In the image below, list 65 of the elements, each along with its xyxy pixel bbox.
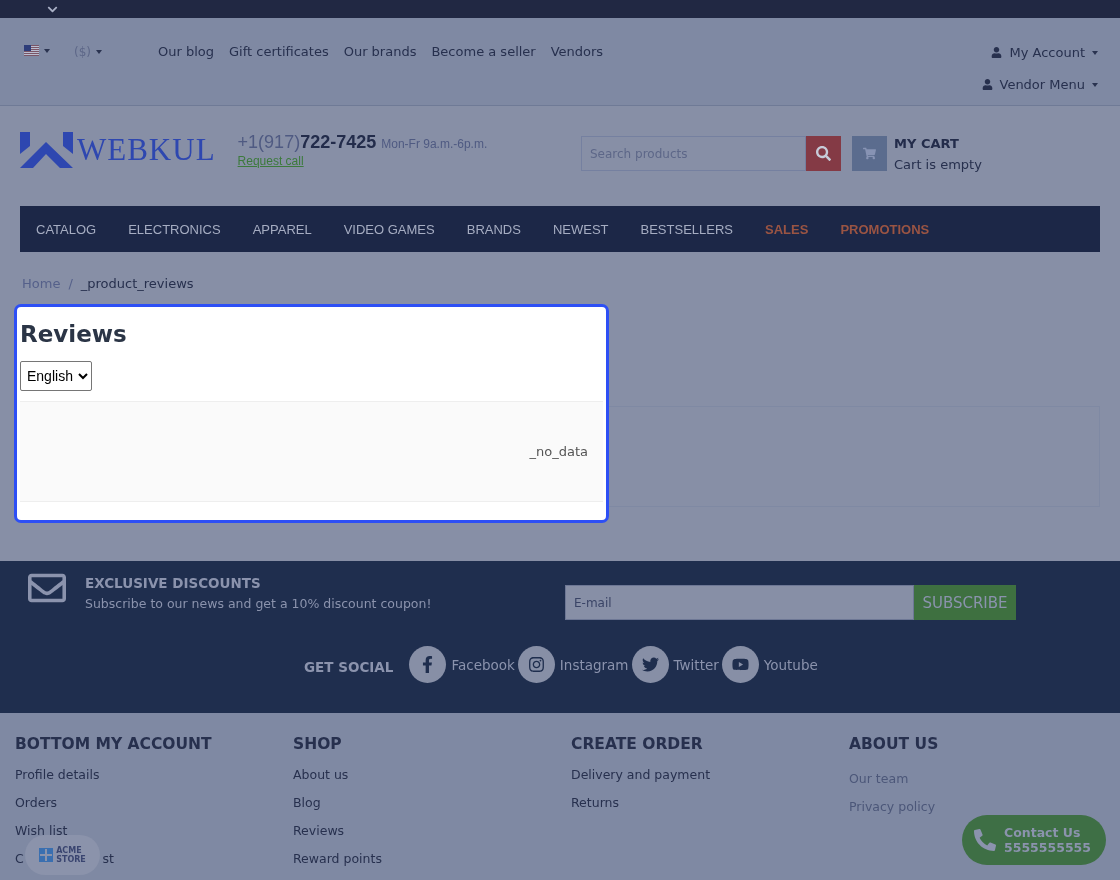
store-badge[interactable]: ACME STORE	[25, 835, 100, 875]
flag-icon	[24, 45, 39, 56]
user-icon	[981, 79, 993, 90]
store-name: ACME STORE	[56, 846, 86, 864]
footer-link-fragment[interactable]: C	[15, 846, 24, 872]
newsletter-title: EXCLUSIVE DISCOUNTS	[85, 575, 262, 591]
top-link[interactable]: Become a seller	[431, 44, 536, 59]
account-menu[interactable]: My Account	[991, 45, 1098, 60]
newsletter-text: Subscribe to our news and get a 10% discount coupon!	[85, 596, 433, 611]
social-link[interactable]: Twitter	[631, 646, 719, 683]
top-link[interactable]: Our blog	[158, 44, 215, 59]
language-dropdown[interactable]	[24, 45, 50, 56]
search-icon	[816, 146, 831, 161]
top-link[interactable]: Our brands	[343, 44, 417, 59]
opening-hours: Mon-Fr 9a.m.-6p.m.	[381, 137, 488, 151]
menu-item[interactable]: BESTSELLERS	[640, 221, 734, 237]
logo-icon	[20, 132, 73, 168]
footer-link[interactable]: About us	[293, 762, 571, 790]
twitter-icon	[641, 656, 659, 673]
cart-title: MY CART	[894, 136, 960, 151]
top-link[interactable]: Vendors	[550, 44, 604, 59]
store-logo-icon	[39, 848, 54, 862]
breadcrumb-item[interactable]: _product_reviews	[80, 276, 194, 304]
footer-link[interactable]: Orders	[15, 790, 293, 818]
phone-number: 722-7425	[300, 132, 377, 153]
footer-link[interactable]: Reviews	[293, 818, 571, 846]
phone-prefix: +1(917)	[237, 132, 301, 153]
cart-status: Cart is empty	[894, 157, 982, 172]
logo-text: WEBKUL	[77, 132, 216, 168]
footer-link[interactable]: Reward points	[293, 846, 571, 874]
footer-heading: ABOUT US	[849, 735, 940, 753]
breadcrumb-separator: /	[68, 276, 73, 293]
footer-link[interactable]: Profile details	[15, 762, 293, 790]
social-link[interactable]: Instagram	[517, 646, 629, 683]
footer-link[interactable]: Blog	[293, 790, 571, 818]
empty-message: _no_data	[529, 444, 588, 459]
menu-item[interactable]: PROMOTIONS	[840, 221, 930, 237]
menu-item[interactable]: NEWEST	[552, 221, 609, 237]
footer-link[interactable]: Returns	[571, 790, 849, 818]
footer-link[interactable]: Delivery and payment	[571, 762, 849, 790]
footer-heading: CREATE ORDER	[571, 735, 704, 753]
footer-link-fragment[interactable]: st	[102, 846, 114, 872]
footer-heading: SHOP	[293, 735, 343, 753]
social-link[interactable]: Youtube	[721, 646, 818, 683]
contact-button[interactable]: Contact Us 5555555555	[962, 815, 1106, 865]
user-icon	[991, 47, 1003, 58]
footer-heading: BOTTOM MY ACCOUNT	[15, 735, 213, 753]
social-link[interactable]: Facebook	[409, 646, 515, 683]
menu-item[interactable]: VIDEO GAMES	[343, 221, 435, 237]
phone-icon	[974, 829, 996, 851]
top-link[interactable]: Gift certificates	[229, 44, 329, 59]
menu-item[interactable]: SALES	[765, 221, 809, 237]
account-menu[interactable]: Vendor Menu	[981, 77, 1098, 92]
social-title: GET SOCIAL	[304, 658, 394, 675]
menu-item[interactable]: CATALOG	[36, 221, 97, 237]
email-field[interactable]: E-mail	[565, 585, 914, 620]
instagram-icon	[527, 656, 545, 673]
page-title: Reviews	[20, 321, 128, 347]
menu-item[interactable]: APPAREL	[252, 221, 312, 237]
menu-item[interactable]: BRANDS	[466, 221, 521, 237]
search-button[interactable]	[806, 136, 841, 171]
youtube-icon	[731, 656, 749, 673]
language-select[interactable]: English	[20, 361, 92, 391]
menu-item[interactable]: ELECTRONICS	[128, 221, 221, 237]
cart-icon	[863, 147, 876, 160]
